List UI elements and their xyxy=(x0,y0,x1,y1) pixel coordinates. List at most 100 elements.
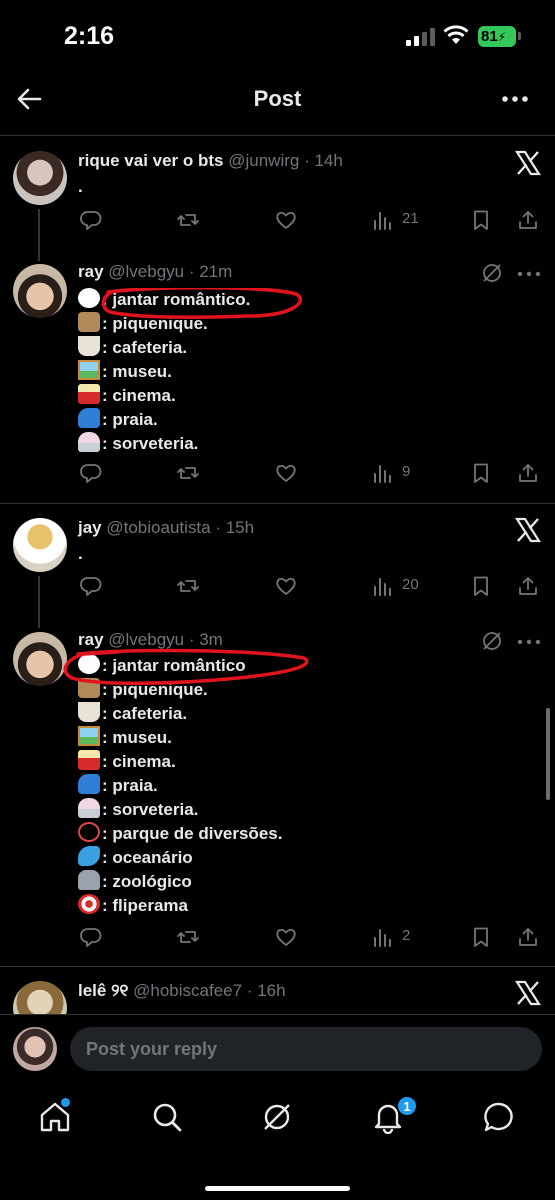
target-icon xyxy=(78,894,100,914)
tweet-header: ray @lvebgyu · 3m xyxy=(78,630,223,650)
messages-icon[interactable] xyxy=(482,1100,516,1134)
views-count: 9 xyxy=(402,463,411,480)
reply-icon xyxy=(80,928,102,947)
more-icon[interactable] xyxy=(517,635,541,649)
author-name[interactable]: jay xyxy=(78,518,102,537)
reply-button[interactable] xyxy=(80,926,102,948)
repost-icon xyxy=(177,931,199,943)
share-icon xyxy=(519,464,537,482)
author-handle[interactable]: @hobiscafee7 · 16h xyxy=(133,981,285,1000)
repost-button[interactable] xyxy=(177,926,199,948)
tweet-text-line: : museu. xyxy=(78,360,172,382)
more-icon[interactable] xyxy=(517,267,541,281)
bookmark-button[interactable] xyxy=(470,926,492,948)
search-icon[interactable] xyxy=(150,1100,184,1134)
grok-tab-icon[interactable] xyxy=(260,1100,294,1134)
bookmark-button[interactable] xyxy=(470,575,492,597)
tweet-header: ray @lvebgyu · 21m xyxy=(78,262,232,282)
my-avatar[interactable] xyxy=(13,1027,57,1071)
author-name[interactable]: lelê ୨୧ xyxy=(78,981,128,1000)
line-text: : sorveteria. xyxy=(102,800,199,819)
tweet-text-line: . xyxy=(78,544,83,563)
author-name[interactable]: rique vai ver o bts xyxy=(78,151,224,170)
repost-button[interactable] xyxy=(177,575,199,597)
coffee-icon xyxy=(78,336,100,356)
reply-input[interactable]: Post your reply xyxy=(70,1027,542,1071)
tweet-text-line: : parque de diversões. xyxy=(78,822,282,844)
author-handle[interactable]: @lvebgyu · 3m xyxy=(108,630,223,649)
status-bar: 2:16 81⚡ xyxy=(0,0,555,70)
line-text: : fliperama xyxy=(102,896,188,915)
reply-button[interactable] xyxy=(80,575,102,597)
author-handle[interactable]: @lvebgyu · 21m xyxy=(108,262,232,281)
battery-tip xyxy=(518,32,521,40)
share-button[interactable] xyxy=(517,575,539,597)
avatar[interactable] xyxy=(13,264,67,318)
shaved-ice-icon xyxy=(78,798,100,818)
nav-header: Post xyxy=(0,70,555,136)
tweet-reply-1[interactable]: ray @lvebgyu · 21m : jantar romântico. :… xyxy=(0,250,555,503)
home-indicator xyxy=(205,1186,350,1191)
like-button[interactable] xyxy=(275,575,297,597)
tweet-reply-2[interactable]: ray @lvebgyu · 3m : jantar romântico : p… xyxy=(0,618,555,966)
reply-button[interactable] xyxy=(80,462,102,484)
tweet-header: lelê ୨୧ @hobiscafee7 · 16h xyxy=(78,981,286,1001)
author-name[interactable]: ray xyxy=(78,630,104,649)
avatar[interactable] xyxy=(13,151,67,205)
tweet-quote-3[interactable]: lelê ୨୧ @hobiscafee7 · 16h xyxy=(0,967,555,1014)
tweet-quote-2[interactable]: jay @tobioautista · 15h . 20 xyxy=(0,504,555,628)
repost-icon xyxy=(177,580,199,592)
bookmark-icon xyxy=(474,210,488,230)
tweet-quote-1[interactable]: rique vai ver o bts @junwirg · 14h . 21 xyxy=(0,137,555,261)
reply-button[interactable] xyxy=(80,209,102,231)
grok-icon[interactable] xyxy=(481,262,503,284)
popcorn-icon xyxy=(78,750,100,770)
line-text: : cinema. xyxy=(102,752,176,771)
views-button[interactable] xyxy=(372,462,394,484)
avatar[interactable] xyxy=(13,981,67,1014)
share-button[interactable] xyxy=(517,209,539,231)
like-button[interactable] xyxy=(275,462,297,484)
bookmark-button[interactable] xyxy=(470,462,492,484)
share-icon xyxy=(519,577,537,595)
like-icon xyxy=(276,464,296,482)
views-icon xyxy=(374,929,391,947)
share-icon xyxy=(519,211,537,229)
views-count: 21 xyxy=(402,210,419,227)
speech-bubble-icon xyxy=(78,288,100,308)
wifi-icon xyxy=(443,25,469,44)
author-handle[interactable]: @junwirg · 14h xyxy=(228,151,343,170)
popcorn-icon xyxy=(78,384,100,404)
share-button[interactable] xyxy=(517,462,539,484)
views-button[interactable] xyxy=(372,926,394,948)
avatar[interactable] xyxy=(13,518,67,572)
grok-icon[interactable] xyxy=(481,630,503,652)
author-handle[interactable]: @tobioautista · 15h xyxy=(106,518,254,537)
like-button[interactable] xyxy=(275,209,297,231)
like-button[interactable] xyxy=(275,926,297,948)
red-annotation-circle xyxy=(63,648,309,686)
author-name[interactable]: ray xyxy=(78,262,104,281)
tweet-text-line: : praia. xyxy=(78,774,158,796)
scroll-indicator[interactable] xyxy=(546,708,550,800)
wave-icon xyxy=(78,774,100,794)
repost-button[interactable] xyxy=(177,209,199,231)
views-count: 2 xyxy=(402,927,411,944)
views-button[interactable] xyxy=(372,575,394,597)
line-text: : parque de diversões. xyxy=(102,824,283,843)
views-count: 20 xyxy=(402,576,419,593)
tweet-text-line: : cafeteria. xyxy=(78,702,187,724)
repost-button[interactable] xyxy=(177,462,199,484)
framed-picture-icon xyxy=(78,726,100,746)
dolphin-icon xyxy=(78,846,100,866)
wave-icon xyxy=(78,408,100,428)
elephant-icon xyxy=(78,870,100,890)
share-button[interactable] xyxy=(517,926,539,948)
signal-icon xyxy=(406,28,435,46)
views-button[interactable] xyxy=(372,209,394,231)
more-icon[interactable] xyxy=(500,84,530,114)
repost-icon xyxy=(177,214,199,226)
notifications-badge: 1 xyxy=(397,1096,417,1116)
bookmark-button[interactable] xyxy=(470,209,492,231)
reply-icon xyxy=(80,577,102,596)
